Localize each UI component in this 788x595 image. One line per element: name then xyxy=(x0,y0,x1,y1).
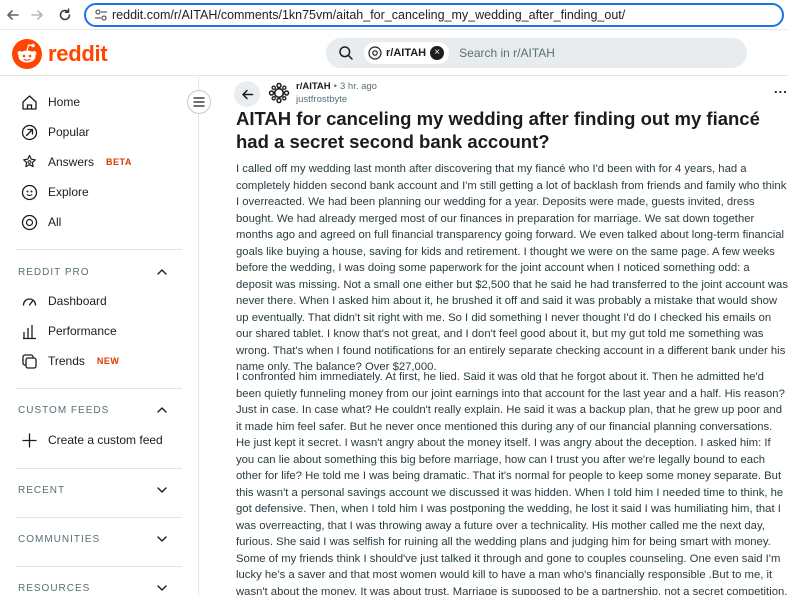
section-resources-header[interactable]: RESOURCES xyxy=(18,580,168,595)
post-time: 3 hr. ago xyxy=(339,81,377,92)
url-text: reddit.com/r/AITAH/comments/1kn75vm/aita… xyxy=(112,8,626,22)
beta-badge: BETA xyxy=(106,157,132,167)
clear-chip-icon[interactable]: × xyxy=(430,46,445,60)
sidebar-item-label: Trends xyxy=(48,354,85,368)
section-label: CUSTOM FEEDS xyxy=(18,404,110,416)
sidebar-item-trends[interactable]: Trends NEW xyxy=(20,350,119,372)
performance-icon xyxy=(20,322,38,340)
sidebar-item-label: Dashboard xyxy=(48,294,107,308)
sidebar-item-answers[interactable]: Answers BETA xyxy=(20,151,132,173)
post-meta: r/AITAH • 3 hr. ago justfrostbyte xyxy=(296,81,377,105)
sidebar-item-label: Home xyxy=(48,95,81,109)
browser-reload-button[interactable] xyxy=(56,6,74,24)
post-paragraph: I called off my wedding last month after… xyxy=(236,163,788,373)
sidebar-divider xyxy=(16,249,182,250)
collapse-sidebar-button[interactable] xyxy=(187,90,211,114)
section-reddit-pro-header[interactable]: REDDIT PRO xyxy=(18,264,168,280)
chevron-down-icon xyxy=(157,487,167,493)
section-recent-header[interactable]: RECENT xyxy=(18,482,168,498)
plus-icon xyxy=(20,431,38,449)
arrow-right-icon xyxy=(31,10,43,20)
answers-icon xyxy=(20,153,38,171)
sidebar-item-home[interactable]: Home xyxy=(20,91,80,113)
sidebar-divider xyxy=(16,468,182,469)
sidebar-item-label: Answers xyxy=(48,155,95,169)
reddit-logo[interactable]: reddit xyxy=(12,39,108,69)
section-communities-header[interactable]: COMMUNITIES xyxy=(18,531,168,547)
chevron-down-icon xyxy=(157,585,167,591)
post-title: AITAH for canceling my wedding after fin… xyxy=(236,108,760,152)
meta-separator: • xyxy=(333,81,337,92)
arrow-left-icon xyxy=(241,89,253,99)
sidebar-divider xyxy=(16,517,182,518)
subreddit-icon xyxy=(368,46,382,60)
search-bar[interactable]: r/AITAH × Search in r/AITAH xyxy=(326,38,747,68)
dashboard-icon xyxy=(20,292,38,310)
site-header: reddit r/AITAH × Search in r/AITAH xyxy=(0,30,788,76)
sidebar-divider xyxy=(16,566,182,567)
back-button[interactable] xyxy=(234,81,260,107)
sidebar-item-performance[interactable]: Performance xyxy=(20,320,117,342)
sidebar-item-popular[interactable]: Popular xyxy=(20,121,89,143)
section-label: RESOURCES xyxy=(18,582,91,594)
menu-icon xyxy=(193,97,205,107)
logo-text: reddit xyxy=(48,41,108,66)
chevron-down-icon xyxy=(157,536,167,542)
trends-icon xyxy=(20,352,38,370)
chevron-up-icon xyxy=(157,407,167,413)
section-custom-feeds-header[interactable]: CUSTOM FEEDS xyxy=(18,402,168,418)
sidebar-item-dashboard[interactable]: Dashboard xyxy=(20,290,107,312)
author-link[interactable]: justfrostbyte xyxy=(296,94,377,105)
chip-label: r/AITAH xyxy=(386,47,427,59)
explore-icon xyxy=(20,183,38,201)
subreddit-link[interactable]: r/AITAH xyxy=(296,81,331,92)
subreddit-search-chip[interactable]: r/AITAH × xyxy=(364,42,450,64)
sidebar-item-label: Performance xyxy=(48,324,117,338)
section-label: COMMUNITIES xyxy=(18,533,101,545)
search-input[interactable]: Search in r/AITAH xyxy=(459,46,555,60)
new-badge: NEW xyxy=(96,356,120,366)
sidebar-item-explore[interactable]: Explore xyxy=(20,181,89,203)
home-icon xyxy=(20,93,38,111)
sidebar-item-label: Popular xyxy=(48,125,90,139)
create-custom-feed-button[interactable]: Create a custom feed xyxy=(20,429,163,451)
browser-back-button[interactable] xyxy=(4,6,22,24)
site-settings-icon[interactable] xyxy=(90,9,112,21)
sidebar-item-label: All xyxy=(48,215,62,229)
browser-toolbar: reddit.com/r/AITAH/comments/1kn75vm/aita… xyxy=(0,0,788,30)
reload-icon xyxy=(59,8,71,21)
address-bar[interactable]: reddit.com/r/AITAH/comments/1kn75vm/aita… xyxy=(84,3,784,27)
post-paragraph: I confronted him immediately. At first, … xyxy=(236,371,788,595)
more-options-button[interactable]: ... xyxy=(774,81,788,96)
section-label: REDDIT PRO xyxy=(18,266,90,278)
sidebar-item-label: Explore xyxy=(48,185,89,199)
all-icon xyxy=(20,213,38,231)
left-sidebar: Home Popular Answers BETA Explore All RE… xyxy=(0,77,199,595)
popular-icon xyxy=(20,123,38,141)
sidebar-item-all[interactable]: All xyxy=(20,211,61,233)
search-icon xyxy=(339,46,353,60)
chevron-up-icon xyxy=(157,269,167,275)
sidebar-item-label: Create a custom feed xyxy=(48,433,163,447)
section-label: RECENT xyxy=(18,484,66,496)
browser-forward-button[interactable] xyxy=(28,6,46,24)
subreddit-avatar-icon[interactable] xyxy=(268,82,290,104)
arrow-left-icon xyxy=(7,10,19,20)
reddit-snoo-icon xyxy=(12,39,42,69)
sidebar-divider xyxy=(16,388,182,389)
